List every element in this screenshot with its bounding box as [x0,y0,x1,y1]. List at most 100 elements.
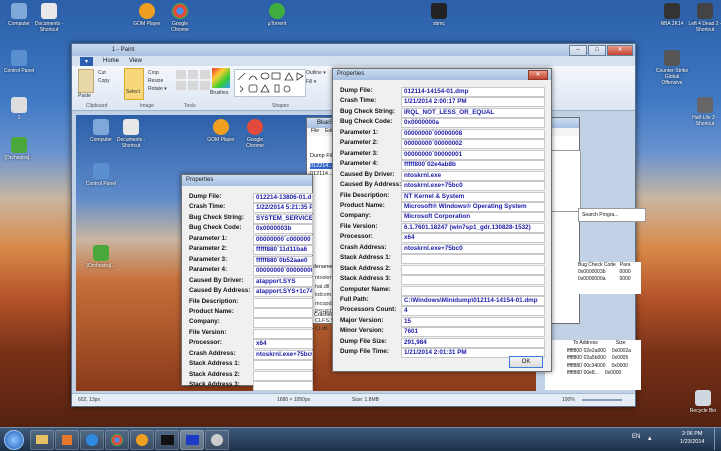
property-value[interactable]: 0x0000003b [253,224,313,235]
property-value[interactable] [253,370,313,381]
tab-home[interactable]: Home [103,58,119,64]
taskbar-bluescreen[interactable] [180,430,204,450]
list-item[interactable]: 012114... [310,171,333,177]
taskbar-explorer[interactable] [30,430,54,450]
property-value[interactable] [253,328,313,339]
desktop-icon-l4d2[interactable]: Left 4 Dead 2 - Shortcut [688,3,721,33]
cut-button[interactable]: Cut [98,70,106,76]
fill-icon[interactable] [188,70,198,79]
select-button[interactable]: Select [124,68,144,100]
taskbar-cmd[interactable] [155,430,179,450]
desktop-icon-recycle-bin[interactable]: Recycle Bin [686,390,720,414]
property-value[interactable] [253,297,313,308]
properties-dialog[interactable]: Properties ✕ Dump File: 012114-14154-01.dm… [332,68,552,372]
desktop-icon-control-panel[interactable]: Control Panel [2,50,36,74]
property-value[interactable]: 00000000`00000008 [401,128,545,139]
property-value[interactable]: 00000000`00000000 [253,266,313,277]
properties-dialog-back[interactable]: Properties Dump File: 012214-13806-01.d Cr… [181,174,313,392]
outline-button[interactable]: Outline ▾ [306,70,326,76]
shapes-gallery[interactable] [234,69,306,97]
property-value[interactable]: 012114-14154-01.dmp [401,87,545,97]
property-value[interactable]: x64 [253,339,313,350]
resize-button[interactable]: Resize [148,78,163,84]
property-value[interactable]: SYSTEM_SERVICE_ [253,213,313,224]
property-value[interactable] [253,318,313,329]
property-value[interactable]: 15 [401,316,545,327]
desktop-icon-computer[interactable]: Computer [2,3,36,27]
col-to-address[interactable]: To Address [573,340,598,348]
close-button[interactable]: ✕ [607,45,633,56]
properties-titlebar[interactable]: Properties ✕ [333,69,551,80]
property-value[interactable] [253,307,313,318]
property-value[interactable]: fffff800`02e4ab8b [401,160,545,171]
zoom-slider[interactable] [582,399,622,401]
property-value[interactable]: 6.1.7601.18247 (win7sp1_gdr.130828-1532) [401,222,545,233]
property-value[interactable] [253,360,313,371]
show-desktop-button[interactable] [714,428,721,450]
rotate-button[interactable]: Rotate ▾ [148,86,167,92]
eraser-icon[interactable] [176,81,186,90]
minimize-button[interactable]: – [569,45,587,56]
taskbar-media[interactable] [55,430,79,450]
property-value[interactable]: 1/22/2014 5:21:35 PM [253,203,313,214]
desktop-icon-gom[interactable]: GOM Player [130,3,164,27]
brushes-icon[interactable] [212,68,230,88]
file-tab[interactable]: ▾ [80,56,94,66]
property-value[interactable] [253,381,313,392]
property-value[interactable]: 7601 [401,327,545,338]
taskbar-chrome[interactable] [105,430,129,450]
paste-button[interactable]: Paste [78,93,91,99]
brushes-button[interactable]: Brushes [210,90,228,96]
tray-arrow-icon[interactable]: ▴ [648,434,652,442]
desktop-icon-documents[interactable]: Documents - Shortcut [32,3,66,33]
crop-button[interactable]: Crop [148,70,159,76]
property-value[interactable]: ntoskrnl.exe+75bc0 [253,349,313,360]
text-icon[interactable] [200,70,210,79]
taskbar-ie[interactable] [80,430,104,450]
taskbar-gom[interactable] [130,430,154,450]
menu-file[interactable]: File [311,128,319,136]
property-value[interactable]: atapport.SYS [253,276,313,287]
maximize-button[interactable]: □ [588,45,606,56]
picker-icon[interactable] [188,81,198,90]
properties-back-titlebar[interactable]: Properties [182,175,312,186]
property-value[interactable]: 0x0000000a [401,118,545,129]
language-indicator[interactable]: EN [632,434,640,440]
property-value[interactable] [401,264,545,275]
property-value[interactable]: ntoskrnl.exe+75bc0 [401,181,545,192]
property-value[interactable]: fffff880`0b52aae0 [253,255,313,266]
property-value[interactable]: 012214-13806-01.d [253,193,313,203]
clock[interactable]: 2:06 PM 1/23/2014 [680,430,704,446]
pencil-icon[interactable] [176,70,186,79]
desktop-icon-utorrent[interactable]: µTorrent [260,3,294,27]
property-value[interactable] [401,275,545,286]
col-param[interactable]: Para [620,262,631,269]
property-value[interactable]: Microsoft Corporation [401,212,545,223]
desktop-icon-nba[interactable]: NBA 2K14 [655,3,689,27]
copy-button[interactable]: Copy [98,78,110,84]
search-input[interactable]: Search Progra... [578,208,646,222]
desktop-icon-hl2[interactable]: Half-Life 2 - Shortcut [688,97,721,127]
tab-view[interactable]: View [129,58,142,64]
property-value[interactable] [401,254,545,265]
property-value[interactable] [401,285,545,296]
property-value[interactable]: atapport.SYS+1c74 [253,287,313,298]
fill-button[interactable]: Fill ▾ [306,79,316,85]
bsv-col-filename[interactable]: Filename [310,264,333,270]
close-icon[interactable]: ✕ [528,70,548,80]
property-value[interactable]: 4 [401,306,545,317]
property-value[interactable]: ntoskrnl.exe+75bc0 [401,243,545,254]
property-value[interactable]: 00000000`00000002 [401,139,545,150]
property-value[interactable]: IRQL_NOT_LESS_OR_EQUAL [401,107,545,118]
property-value[interactable]: NT Kernel & System [401,191,545,202]
property-value[interactable]: Microsoft® Windows® Operating System [401,201,545,212]
property-value[interactable]: x64 [401,233,545,244]
property-value[interactable]: 00000000`c000000 [253,234,313,245]
col-bug-check-code[interactable]: Bug Check Code [578,262,616,269]
desktop-icon-csgo[interactable]: Counter-Strike Global Offensive [655,50,689,86]
property-value[interactable]: 1/21/2014 2:00:17 PM [401,97,545,108]
desktop-icon-chrome[interactable]: Google Chrome [163,3,197,33]
taskbar-paint[interactable] [205,430,229,450]
property-value[interactable]: 00000000`00000001 [401,149,545,160]
property-value[interactable]: 291,984 [401,337,545,348]
